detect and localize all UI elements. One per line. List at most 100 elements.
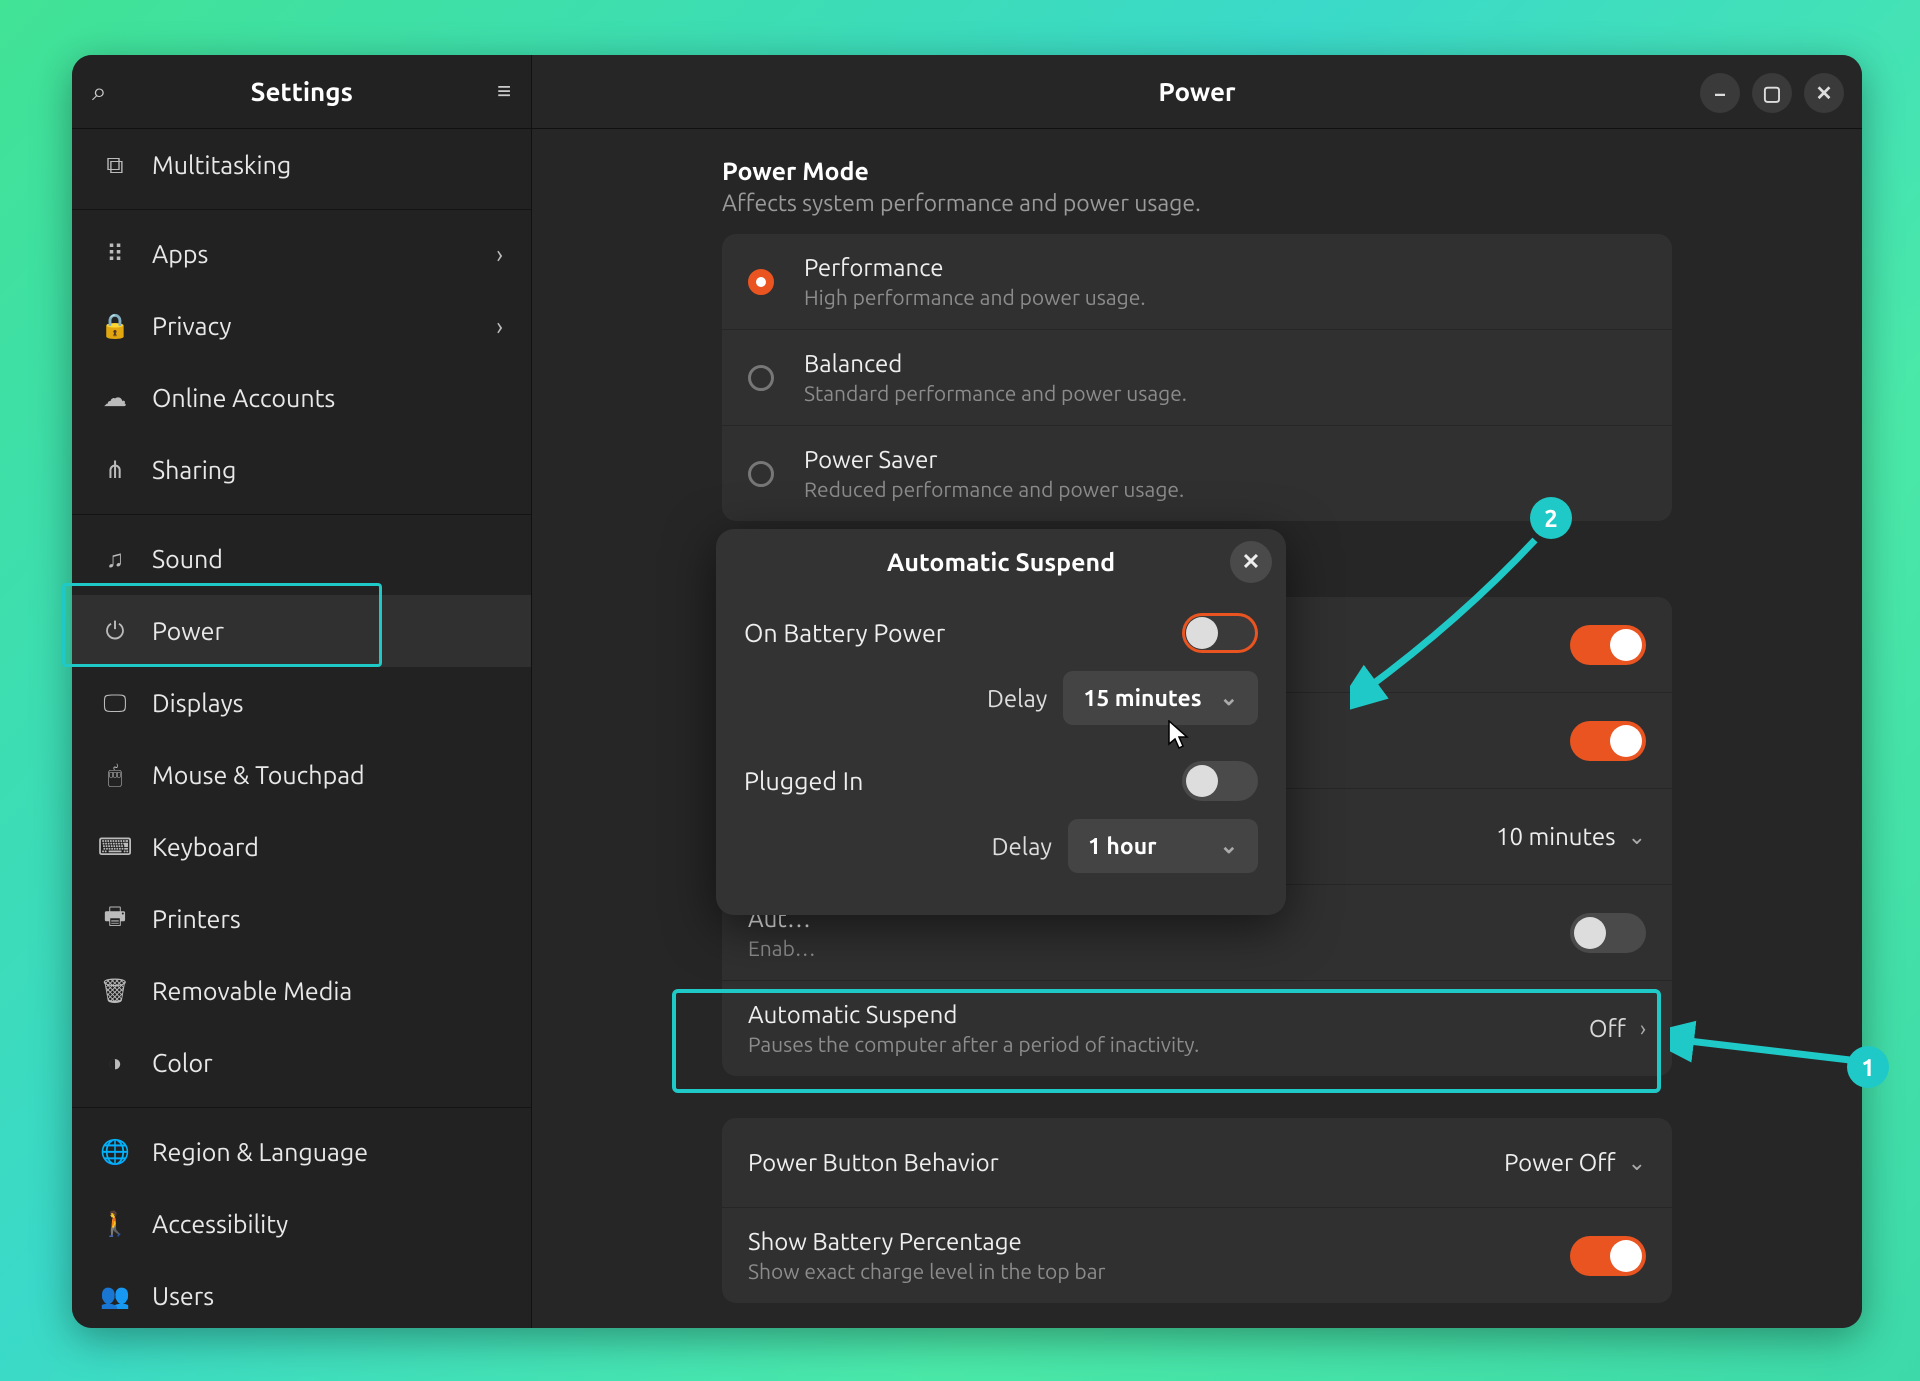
radio-button[interactable]: [748, 365, 774, 391]
sidebar-item-power[interactable]: ⏻ Power: [72, 595, 531, 667]
dropdown[interactable]: Power Off⌄: [1504, 1149, 1646, 1176]
sidebar-icon: ♫: [100, 545, 130, 574]
sidebar-item-label: Multitasking: [152, 151, 291, 179]
sidebar-item-label: Removable Media: [152, 977, 352, 1005]
power-mode-card: Performance High performance and power u…: [722, 234, 1672, 521]
power-mode-subtitle: Affects system performance and power usa…: [722, 191, 1672, 216]
sidebar-icon: 🚶: [100, 1210, 130, 1238]
toggle-switch[interactable]: [1570, 721, 1646, 761]
dialog-plugged-delay-dropdown[interactable]: 1 hour ⌄: [1068, 819, 1258, 873]
setting-row: Show Battery Percentage Show exact charg…: [722, 1208, 1672, 1303]
sidebar-item-label: Online Accounts: [152, 384, 335, 412]
link-value[interactable]: Off›: [1589, 1015, 1646, 1042]
power-mode-section: Power Mode Affects system performance an…: [722, 157, 1672, 521]
sidebar-icon: ⠿: [100, 240, 130, 268]
bottom-section: Power Button Behavior Power Off⌄Show Bat…: [722, 1118, 1672, 1303]
sidebar-icon: ⌨: [100, 833, 130, 861]
sidebar-item-sound[interactable]: ♫ Sound: [72, 523, 531, 595]
sidebar-item-accessibility[interactable]: 🚶 Accessibility: [72, 1188, 531, 1260]
toggle-switch[interactable]: [1570, 913, 1646, 953]
sidebar-item-label: Power: [152, 617, 224, 645]
chevron-down-icon: ⌄: [1628, 824, 1646, 850]
minimize-button[interactable]: –: [1700, 73, 1740, 113]
chevron-right-icon: ›: [496, 241, 503, 268]
toggle-switch[interactable]: [1570, 1236, 1646, 1276]
sidebar-icon: ◑: [100, 1049, 130, 1078]
sidebar-item-label: Users: [152, 1282, 214, 1310]
search-icon[interactable]: ⌕: [92, 76, 107, 108]
main-header: Power – ▢ ✕: [532, 55, 1862, 129]
sidebar-icon: ⏻: [100, 617, 130, 645]
sidebar-item-users[interactable]: 👥 Users: [72, 1260, 531, 1328]
chevron-down-icon: ⌄: [1628, 1150, 1646, 1176]
radio-button[interactable]: [748, 461, 774, 487]
sidebar-item-multitasking[interactable]: ⧉ Multitasking: [72, 129, 531, 201]
sidebar-item-online-accounts[interactable]: ☁ Online Accounts: [72, 362, 531, 434]
delay-label-2: Delay: [992, 833, 1052, 860]
delay-label-1: Delay: [987, 685, 1047, 712]
sidebar-icon: 🖵: [100, 689, 130, 717]
sidebar-item-label: Privacy: [152, 312, 231, 340]
sidebar-item-label: Accessibility: [152, 1210, 288, 1238]
close-button[interactable]: ✕: [1804, 73, 1844, 113]
sidebar-item-label: Sharing: [152, 456, 236, 484]
sidebar-item-displays[interactable]: 🖵 Displays: [72, 667, 531, 739]
automatic-suspend-dialog: Automatic Suspend ✕ On Battery Power Del…: [716, 529, 1286, 915]
dialog-battery-label: On Battery Power: [744, 619, 945, 647]
sidebar-item-label: Sound: [152, 545, 223, 573]
dialog-battery-delay-dropdown[interactable]: 15 minutes ⌄: [1063, 671, 1258, 725]
sidebar-icon: ☁: [100, 384, 130, 412]
dialog-header: Automatic Suspend ✕: [716, 529, 1286, 595]
window-controls: – ▢ ✕: [1700, 73, 1844, 113]
dialog-plugged-delay-row: Delay 1 hour ⌄: [716, 819, 1286, 891]
sidebar-icon: 🗑: [100, 977, 130, 1005]
power-mode-option[interactable]: Performance High performance and power u…: [722, 234, 1672, 330]
chevron-right-icon: ›: [1640, 1016, 1646, 1041]
maximize-button[interactable]: ▢: [1752, 73, 1792, 113]
sidebar-item-printers[interactable]: 🖶 Printers: [72, 883, 531, 955]
sidebar-item-keyboard[interactable]: ⌨ Keyboard: [72, 811, 531, 883]
sidebar-icon: 🖶: [100, 899, 130, 940]
sidebar-item-label: Color: [152, 1049, 213, 1077]
chevron-down-icon: ⌄: [1220, 685, 1238, 711]
dialog-plugged-row: Plugged In: [716, 743, 1286, 819]
dialog-battery-toggle[interactable]: [1182, 613, 1258, 653]
sidebar-item-sharing[interactable]: ⋔ Sharing: [72, 434, 531, 506]
sidebar-icon: 🖱: [100, 761, 130, 789]
sidebar-icon: ⋔: [100, 456, 130, 484]
sidebar-icon: ⧉: [100, 151, 130, 179]
sidebar-item-region-language[interactable]: 🌐 Region & Language: [72, 1116, 531, 1188]
toggle-switch[interactable]: [1570, 625, 1646, 665]
power-mode-title: Power Mode: [722, 157, 1672, 185]
page-title: Power: [1158, 77, 1235, 106]
power-mode-option[interactable]: Power Saver Reduced performance and powe…: [722, 426, 1672, 521]
sidebar-item-privacy[interactable]: 🔒 Privacy ›: [72, 290, 531, 362]
sidebar-item-apps[interactable]: ⠿ Apps ›: [72, 218, 531, 290]
dialog-plugged-toggle[interactable]: [1182, 761, 1258, 801]
dialog-close-button[interactable]: ✕: [1230, 541, 1272, 583]
sidebar-item-label: Keyboard: [152, 833, 259, 861]
sidebar: ⌕ Settings ≡ ⧉ Multitasking ⠿ Apps ›🔒 Pr…: [72, 55, 532, 1328]
chevron-down-icon: ⌄: [1220, 833, 1238, 859]
sidebar-item-label: Printers: [152, 905, 241, 933]
power-mode-option[interactable]: Balanced Standard performance and power …: [722, 330, 1672, 426]
setting-row: Power Button Behavior Power Off⌄: [722, 1118, 1672, 1208]
sidebar-item-color[interactable]: ◑ Color: [72, 1027, 531, 1099]
sidebar-item-removable-media[interactable]: 🗑 Removable Media: [72, 955, 531, 1027]
chevron-right-icon: ›: [496, 313, 503, 340]
sidebar-item-mouse-touchpad[interactable]: 🖱 Mouse & Touchpad: [72, 739, 531, 811]
bottom-card: Power Button Behavior Power Off⌄Show Bat…: [722, 1118, 1672, 1303]
sidebar-list: ⧉ Multitasking ⠿ Apps ›🔒 Privacy ›☁ Onli…: [72, 129, 531, 1328]
sidebar-title: Settings: [107, 77, 497, 106]
dialog-plugged-label: Plugged In: [744, 767, 863, 795]
dialog-battery-row: On Battery Power: [716, 595, 1286, 671]
sidebar-item-label: Displays: [152, 689, 244, 717]
radio-button[interactable]: [748, 269, 774, 295]
automatic-suspend-row[interactable]: Automatic Suspend Pauses the computer af…: [722, 981, 1672, 1076]
hamburger-icon[interactable]: ≡: [497, 77, 511, 106]
sidebar-header: ⌕ Settings ≡: [72, 55, 531, 129]
sidebar-icon: 🔒: [100, 312, 130, 340]
dialog-battery-delay-row: Delay 15 minutes ⌄: [716, 671, 1286, 743]
sidebar-icon: 👥: [100, 1282, 130, 1310]
dropdown[interactable]: 10 minutes⌄: [1496, 823, 1646, 850]
